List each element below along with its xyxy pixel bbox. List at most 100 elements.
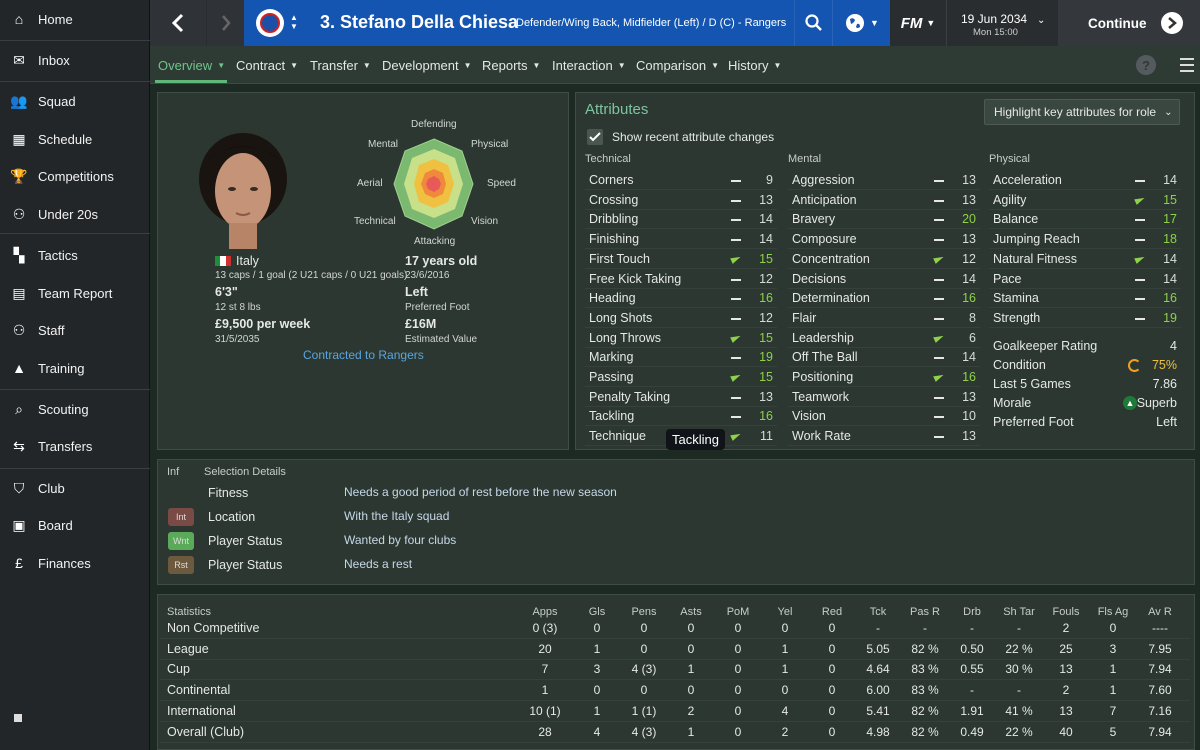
sidebar-item-under-20s[interactable]: ⚇ Under 20s (0, 197, 150, 231)
sidebar-item-home[interactable]: ⌂ Home (0, 2, 150, 36)
stats-column-header[interactable]: Apps (519, 606, 571, 618)
sidebar-item-squad[interactable]: 👥 Squad (0, 84, 150, 118)
search-button[interactable] (794, 0, 832, 46)
attribute-row[interactable]: Finishing 14 (585, 230, 777, 250)
trend-flat-icon (731, 180, 741, 182)
attribute-row[interactable]: Leadership 6 (788, 329, 980, 348)
table-cell: 1 (1) (631, 703, 657, 718)
show-changes-checkbox[interactable] (587, 129, 603, 145)
sidebar-item-transfers[interactable]: ⇆ Transfers (0, 429, 150, 463)
home-icon: ⌂ (14, 11, 24, 27)
attribute-row[interactable]: Agility 15 (989, 191, 1181, 210)
date-button[interactable]: 19 Jun 2034 Mon 15:00 ⌄ (946, 0, 1058, 46)
tab-contract[interactable]: Contract ▼ (236, 46, 298, 84)
status-tag[interactable]: Int (168, 508, 194, 526)
attribute-row[interactable]: Off The Ball 14 (788, 348, 980, 368)
stats-column-header[interactable]: Fouls (1040, 606, 1092, 618)
attribute-row[interactable]: Long Throws 15 (585, 329, 777, 348)
tab-label: Transfer (310, 57, 358, 73)
sidebar-item-board[interactable]: ▣ Board (0, 508, 150, 542)
stats-column-header[interactable]: Gls (571, 606, 623, 618)
attribute-row[interactable]: Vision 10 (788, 407, 980, 427)
world-button[interactable]: ▼ (832, 0, 890, 46)
stats-column-header[interactable]: Pas R (899, 606, 951, 618)
stats-column-header[interactable]: Pens (618, 606, 670, 618)
sidebar-item-club[interactable]: ⛉ Club (0, 471, 150, 505)
attribute-row[interactable]: Jumping Reach 18 (989, 230, 1181, 250)
attribute-row[interactable]: Crossing 13 (585, 191, 777, 210)
club-crest-icon[interactable] (256, 9, 284, 37)
attribute-row[interactable]: Work Rate 13 (788, 427, 980, 447)
status-tag[interactable]: Rst (168, 556, 194, 574)
attribute-row[interactable]: Penalty Taking 13 (585, 388, 777, 407)
attribute-row[interactable]: Tackling 16 (585, 407, 777, 427)
attribute-row[interactable]: Concentration 12 (788, 250, 980, 269)
attribute-row[interactable]: Strength 19 (989, 309, 1181, 328)
attribute-row[interactable]: Aggression 13 (788, 171, 980, 190)
highlight-role-dropdown[interactable]: Highlight key attributes for role ⌄ (984, 99, 1180, 125)
attribute-row[interactable]: Bravery 20 (788, 210, 980, 230)
tab-comparison[interactable]: Comparison ▼ (636, 46, 719, 84)
attribute-row[interactable]: Composure 13 (788, 230, 980, 250)
attribute-row[interactable]: Free Kick Taking 12 (585, 270, 777, 289)
attribute-row[interactable]: Corners 9 (585, 171, 777, 190)
attribute-row[interactable]: Acceleration 14 (989, 171, 1181, 190)
tab-development[interactable]: Development ▼ (382, 46, 472, 84)
attribute-row[interactable]: Passing 15 (585, 368, 777, 387)
under20-icon: ⚇ (12, 205, 26, 222)
attribute-row[interactable]: First Touch 15 (585, 250, 777, 269)
stats-column-header[interactable]: Statistics (167, 606, 211, 618)
tab-reports[interactable]: Reports ▼ (482, 46, 540, 84)
attribute-row[interactable]: Balance 17 (989, 210, 1181, 230)
attribute-row[interactable]: Long Shots 12 (585, 309, 777, 328)
attribute-row[interactable]: Positioning 16 (788, 368, 980, 387)
stats-column-header[interactable]: Drb (946, 606, 998, 618)
attribute-row[interactable]: Decisions 14 (788, 270, 980, 289)
attribute-row[interactable]: Determination 16 (788, 289, 980, 309)
attribute-row[interactable]: Pace 14 (989, 270, 1181, 289)
continue-button[interactable]: Continue (1058, 0, 1200, 46)
attribute-row[interactable]: Heading 16 (585, 289, 777, 309)
forward-button[interactable] (207, 0, 244, 46)
condition-icon (1128, 359, 1141, 372)
stats-column-header[interactable]: Red (806, 606, 858, 618)
sidebar-item-training[interactable]: ▲ Training (0, 351, 150, 385)
sidebar-item-schedule[interactable]: ▦ Schedule (0, 122, 150, 156)
stats-column-header[interactable]: Yel (759, 606, 811, 618)
trend-flat-icon (1135, 278, 1145, 281)
help-icon[interactable]: ? (1136, 55, 1156, 75)
back-button[interactable] (150, 0, 206, 46)
attribute-row[interactable]: Anticipation 13 (788, 191, 980, 210)
stats-column-header[interactable]: Tck (852, 606, 904, 618)
sidebar-item-scouting[interactable]: ⌕ Scouting (0, 392, 150, 426)
hamburger-menu-icon[interactable] (1176, 56, 1198, 74)
fm-menu-button[interactable]: FM ▼ (890, 0, 946, 46)
attribute-row[interactable]: Natural Fitness 14 (989, 250, 1181, 269)
attribute-value: 13 (962, 389, 976, 404)
sidebar-item-team-report[interactable]: ▤ Team Report (0, 276, 150, 310)
sidebar-item-tactics[interactable]: ▚ Tactics (0, 238, 150, 272)
radar-label-mental: Mental (368, 139, 399, 150)
tab-transfer[interactable]: Transfer ▼ (310, 46, 371, 84)
sidebar-item-staff[interactable]: ⚇ Staff (0, 313, 150, 347)
attribute-row[interactable]: Stamina 16 (989, 289, 1181, 309)
attribute-row[interactable]: Flair 8 (788, 309, 980, 328)
stats-column-header[interactable]: Fls Ag (1087, 606, 1139, 618)
attribute-row[interactable]: Teamwork 13 (788, 388, 980, 407)
sidebar-item-competitions[interactable]: 🏆 Competitions (0, 159, 150, 193)
tab-interaction[interactable]: Interaction ▼ (552, 46, 626, 84)
stats-column-header[interactable]: PoM (712, 606, 764, 618)
tab-history[interactable]: History ▼ (728, 46, 781, 84)
stats-column-header[interactable]: Asts (665, 606, 717, 618)
stats-column-header[interactable]: Sh Tar (993, 606, 1045, 618)
sidebar-item-inbox[interactable]: ✉ Inbox (0, 43, 150, 77)
contracted-to-link[interactable]: Contracted to Rangers (303, 348, 424, 362)
crest-dropdown-icon[interactable]: ▲ ▼ (290, 13, 298, 31)
status-tag[interactable]: Wnt (168, 532, 194, 550)
tab-overview[interactable]: Overview ▼ (158, 46, 225, 84)
attribute-row[interactable]: Marking 19 (585, 348, 777, 368)
nationality[interactable]: Italy (236, 254, 259, 268)
stats-column-header[interactable]: Av R (1134, 606, 1186, 618)
sidebar-item-finances[interactable]: £ Finances (0, 546, 150, 580)
attribute-row[interactable]: Dribbling 14 (585, 210, 777, 230)
